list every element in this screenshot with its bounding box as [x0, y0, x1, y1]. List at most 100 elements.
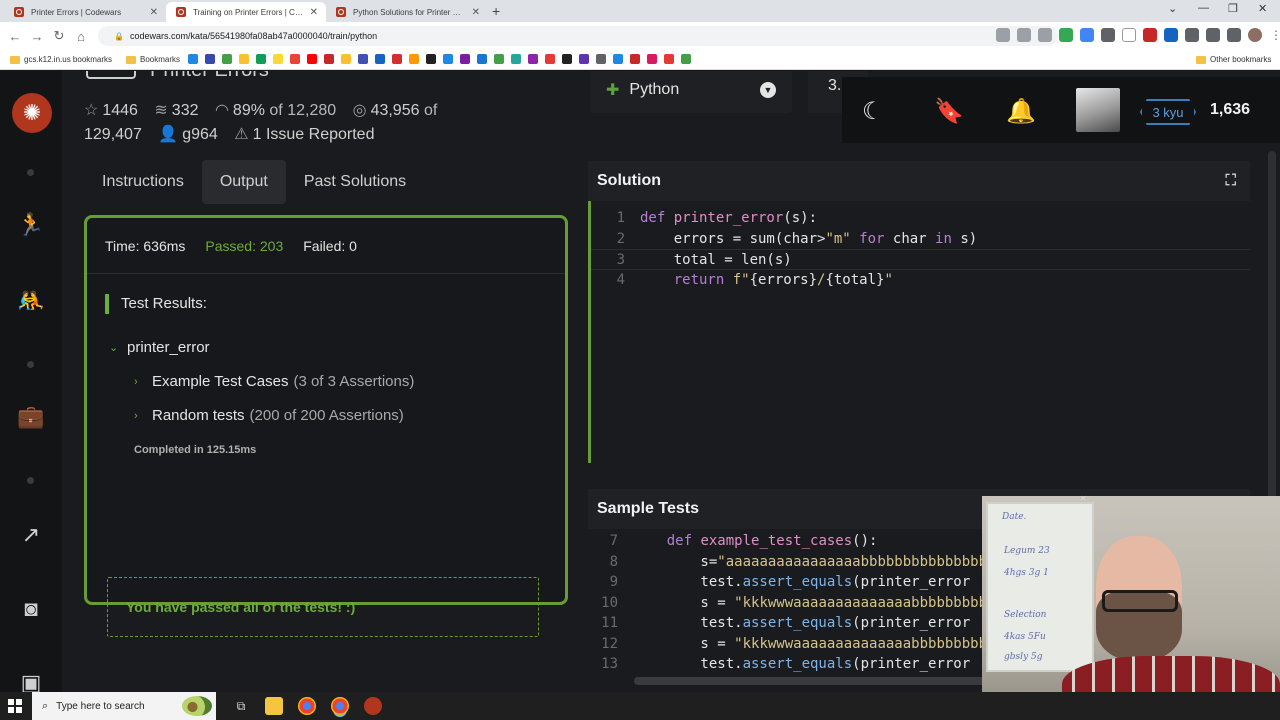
bookmark-icon[interactable]: [426, 54, 436, 64]
discord-icon[interactable]: ◙: [17, 595, 45, 623]
bookmark-icon[interactable]: [681, 54, 691, 64]
favorites-stat[interactable]: ☆ 1446: [84, 99, 138, 123]
bookmark-icon[interactable]: [392, 54, 402, 64]
issues-stat[interactable]: ⚠ 1 Issue Reported: [234, 123, 374, 147]
extensions-puzzle-icon[interactable]: [1206, 28, 1220, 42]
test-case-row[interactable]: › Random tests (200 of 200 Assertions): [134, 407, 547, 424]
extension-icon[interactable]: [1101, 28, 1115, 42]
browser-tab-3[interactable]: Python Solutions for Printer Errors ✕: [326, 2, 488, 22]
side-panel-icon[interactable]: [1227, 28, 1241, 42]
bookmark-folder[interactable]: gcs.k12.in.us bookmarks: [10, 55, 112, 64]
reload-icon[interactable]: ↻: [48, 28, 70, 44]
chrome-active-icon[interactable]: [331, 697, 349, 715]
chat-icon[interactable]: ▣: [17, 669, 45, 692]
practice-icon[interactable]: 🏃: [17, 211, 45, 239]
horizontal-scrollbar[interactable]: [634, 677, 994, 685]
bookmark-icon[interactable]: [375, 54, 385, 64]
bookmark-icon[interactable]: [256, 54, 266, 64]
bookmark-icon[interactable]: [239, 54, 249, 64]
leaderboard-trend-icon[interactable]: ↗: [17, 521, 45, 549]
browser-tab-2[interactable]: Training on Printer Errors | Codewars ✕: [166, 2, 326, 22]
webcam-close-icon[interactable]: ✕: [1080, 494, 1087, 503]
author-stat[interactable]: 👤 g964: [158, 123, 218, 147]
bookmark-icon[interactable]: [358, 54, 368, 64]
briefcase-icon[interactable]: 💼: [17, 403, 45, 431]
bell-icon[interactable]: 🔔: [1006, 97, 1036, 126]
close-tab-icon[interactable]: ✕: [150, 7, 158, 18]
tab-title: Python Solutions for Printer Errors: [353, 7, 466, 17]
test-group[interactable]: ⌄ printer_error: [109, 339, 547, 356]
chrome-icon[interactable]: [298, 697, 316, 715]
zoom-icon[interactable]: [996, 28, 1010, 42]
bookmark-icon[interactable]: [290, 54, 300, 64]
browser-tab-1[interactable]: Printer Errors | Codewars ✕: [4, 2, 166, 22]
new-tab-icon[interactable]: +: [492, 3, 500, 19]
other-bookmarks[interactable]: Other bookmarks: [1196, 55, 1271, 64]
codewars-logo-icon[interactable]: ✺: [12, 93, 52, 133]
extension-icon[interactable]: [1122, 28, 1136, 42]
menu-icon[interactable]: ⋮: [1269, 28, 1280, 42]
bookmark-icon[interactable]: [409, 54, 419, 64]
fullscreen-icon[interactable]: ⛶: [1225, 161, 1236, 201]
forward-icon[interactable]: →: [26, 29, 48, 44]
bookmark-icon[interactable]: [579, 54, 589, 64]
bookmark-icon[interactable]: [647, 54, 657, 64]
tab-instructions[interactable]: Instructions: [84, 160, 202, 204]
test-case-row[interactable]: › Example Test Cases (3 of 3 Assertions): [134, 373, 547, 390]
collections-stat[interactable]: ≋ 332: [154, 99, 198, 123]
bookmark-icon[interactable]: [307, 54, 317, 64]
rank-badge[interactable]: 3 kyu: [1140, 99, 1196, 125]
windows-start-icon[interactable]: [8, 699, 22, 713]
bookmark-icon[interactable]: [273, 54, 283, 64]
bookmark-icon[interactable]: [324, 54, 334, 64]
bookmark-icon[interactable]: [494, 54, 504, 64]
star-icon[interactable]: [1038, 28, 1052, 42]
close-tab-icon[interactable]: ✕: [310, 7, 318, 18]
close-tab-icon[interactable]: ✕: [472, 7, 480, 18]
author-name: g964: [182, 126, 218, 143]
extension-icon[interactable]: [1080, 28, 1094, 42]
extension-icon[interactable]: [1059, 28, 1073, 42]
url-field[interactable]: 🔒 codewars.com/kata/56541980fa08ab47a000…: [98, 26, 1058, 46]
home-icon[interactable]: ⌂: [70, 29, 92, 44]
tab-past-solutions[interactable]: Past Solutions: [286, 160, 424, 204]
bookmark-icon[interactable]: [630, 54, 640, 64]
bookmark-icon[interactable]: [528, 54, 538, 64]
avatar[interactable]: [1076, 88, 1120, 132]
solution-editor[interactable]: 1 def printer_error(s): 2 errors = sum(ch…: [588, 201, 1250, 463]
back-icon[interactable]: ←: [4, 29, 26, 44]
task-view-icon[interactable]: ⧉: [232, 697, 250, 715]
tab-search-icon[interactable]: ⌄: [1168, 2, 1177, 15]
bookmark-folder[interactable]: Bookmarks: [126, 55, 180, 64]
bookmark-star-icon[interactable]: 🔖: [934, 97, 964, 126]
language-select[interactable]: ✚ Python ▼: [590, 71, 792, 113]
minimize-icon[interactable]: —: [1198, 2, 1209, 14]
tab-output[interactable]: Output: [201, 160, 286, 204]
bookmark-icon[interactable]: [562, 54, 572, 64]
bookmark-icon[interactable]: [341, 54, 351, 64]
bookmark-icon[interactable]: [511, 54, 521, 64]
search-highlight-icon[interactable]: [182, 696, 212, 716]
extension-icon[interactable]: [1164, 28, 1178, 42]
screen-recorder-icon[interactable]: [364, 697, 382, 715]
profile-avatar[interactable]: [1248, 28, 1262, 42]
bookmark-icon[interactable]: [460, 54, 470, 64]
share-icon[interactable]: [1017, 28, 1031, 42]
extension-icon[interactable]: [1143, 28, 1157, 42]
bookmark-icon[interactable]: [477, 54, 487, 64]
bookmark-icon[interactable]: [188, 54, 198, 64]
bookmark-icon[interactable]: [545, 54, 555, 64]
file-explorer-icon[interactable]: [265, 697, 283, 715]
bookmark-icon[interactable]: [443, 54, 453, 64]
bookmark-icon[interactable]: [596, 54, 606, 64]
bookmark-icon[interactable]: [205, 54, 215, 64]
webcam-overlay: Date. Legum 23 4hgs 3g 1 Selection 4kas …: [982, 496, 1280, 720]
restore-icon[interactable]: ❐: [1228, 2, 1238, 15]
bookmark-icon[interactable]: [664, 54, 674, 64]
bookmark-icon[interactable]: [613, 54, 623, 64]
window-close-icon[interactable]: ✕: [1258, 2, 1267, 15]
bookmark-icon[interactable]: [222, 54, 232, 64]
moon-icon[interactable]: ☾: [862, 97, 884, 126]
extension-icon[interactable]: [1185, 28, 1199, 42]
kumite-icon[interactable]: 🤼: [17, 287, 45, 315]
